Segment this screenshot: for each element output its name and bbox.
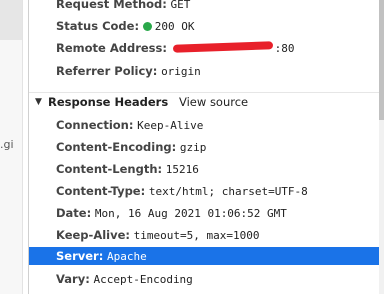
remote-address-value: :80 — [274, 42, 295, 55]
header-key: Content-Type: — [56, 184, 146, 198]
header-value: gzip — [179, 141, 207, 154]
header-row: Content-Length: 15216 — [56, 160, 199, 178]
header-value: Mon, 16 Aug 2021 01:06:52 GMT — [94, 207, 287, 220]
selected-header-row[interactable]: Server: Apache — [29, 247, 379, 265]
request-method-key: Request Method: — [56, 0, 167, 11]
response-headers-title[interactable]: Response Headers — [48, 93, 168, 111]
referrer-policy-value: origin — [161, 65, 201, 78]
headers-panel: Request Method: GET Status Code: 200 OK … — [29, 0, 384, 294]
status-code-value: 200 OK — [154, 20, 195, 33]
header-key: Date: — [56, 206, 92, 220]
status-ok-icon — [142, 22, 152, 31]
request-method-value: GET — [170, 0, 191, 11]
status-code-row: Status Code: 200 OK — [56, 17, 194, 35]
header-key: Connection: — [56, 118, 134, 132]
redaction-mark — [172, 41, 273, 53]
view-source-link[interactable]: View source — [179, 93, 248, 111]
header-key: Vary: — [56, 272, 90, 286]
referrer-policy-row: Referrer Policy: origin — [56, 62, 201, 80]
header-value: timeout=5, max=1000 — [133, 229, 260, 242]
header-row: Content-Encoding: gzip — [56, 138, 206, 156]
request-method-row: Request Method: GET — [56, 0, 190, 13]
request-name-fragment[interactable]: .gi — [0, 138, 14, 151]
remote-address-row: Remote Address: :80 — [56, 39, 295, 57]
header-key: Content-Encoding: — [56, 140, 177, 154]
header-row: Connection: Keep-Alive — [56, 116, 203, 134]
header-value: Apache — [106, 250, 147, 263]
remote-address-key: Remote Address: — [56, 41, 167, 55]
header-value: Accept-Encoding — [93, 273, 193, 286]
header-value: text/html; charset=UTF-8 — [148, 185, 308, 198]
header-key: Content-Length: — [56, 162, 163, 176]
header-value: 15216 — [165, 163, 199, 176]
header-row: Keep-Alive: timeout=5, max=1000 — [56, 226, 260, 244]
left-pane: .gi — [0, 0, 28, 294]
request-list-header — [0, 0, 22, 40]
header-value: Keep-Alive — [137, 119, 204, 132]
collapse-triangle-icon[interactable]: ▼ — [35, 93, 42, 111]
header-row: Content-Type: text/html; charset=UTF-8 — [56, 182, 308, 200]
header-row: Date: Mon, 16 Aug 2021 01:06:52 GMT — [56, 204, 287, 222]
scrollbar-track[interactable] — [379, 0, 384, 294]
header-row: Vary: Accept-Encoding — [56, 270, 193, 288]
status-code-key: Status Code: — [56, 19, 140, 33]
header-key: Keep-Alive: — [56, 228, 130, 242]
scrollbar-thumb[interactable] — [379, 0, 384, 120]
header-key: Server: — [56, 249, 104, 263]
referrer-policy-key: Referrer Policy: — [56, 64, 158, 78]
header-row[interactable]: Server: Apache — [56, 247, 147, 265]
response-headers-section[interactable]: ▼ Response Headers View source — [29, 92, 384, 111]
